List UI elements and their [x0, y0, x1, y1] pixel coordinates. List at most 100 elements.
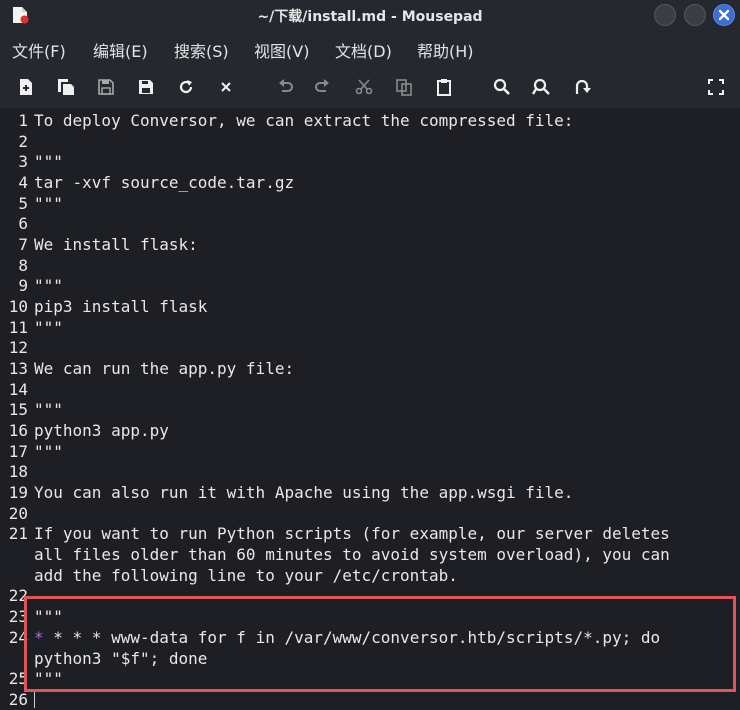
menu-search[interactable]: 搜索(S) — [174, 38, 229, 62]
line-text: """ — [34, 318, 63, 337]
line-text: If you want to run Python scripts (for e… — [34, 524, 670, 543]
find-replace-icon — [532, 78, 550, 95]
editor-line: 4 tar -xvf source_code.tar.gz — [0, 173, 740, 193]
undo-button[interactable] — [274, 75, 298, 99]
line-number: 9 — [18, 276, 28, 295]
line-number: 20 — [8, 504, 28, 523]
line-number: 16 — [8, 421, 28, 440]
cut-button[interactable] — [352, 75, 376, 99]
editor-line: 7 We install flask: — [0, 235, 740, 255]
editor-line: 11 """ — [0, 318, 740, 338]
line-number: 11 — [8, 318, 28, 337]
redo-button[interactable] — [310, 75, 334, 99]
line-text: """ — [34, 194, 63, 213]
line-text: pip3 install flask — [34, 297, 208, 316]
highlight-box — [24, 596, 736, 692]
editor-line: 10 pip3 install flask — [0, 297, 740, 317]
editor-line-wrapped: all files older than 60 minutes to avoid… — [0, 545, 740, 565]
menu-document[interactable]: 文档(D) — [335, 38, 392, 62]
editor-line: 13 We can run the app.py file: — [0, 359, 740, 379]
copy-button[interactable] — [392, 75, 416, 99]
cut-icon — [355, 79, 373, 95]
close-document-button[interactable] — [214, 75, 238, 99]
line-number: 12 — [8, 338, 28, 357]
find-button[interactable] — [490, 75, 514, 99]
editor-line: 9 """ — [0, 276, 740, 296]
window-title: ~/下载/install.md - Mousepad — [257, 9, 483, 25]
line-text: tar -xvf source_code.tar.gz — [34, 173, 295, 192]
editor-line: 8 — [0, 256, 740, 276]
minimize-button[interactable] — [654, 4, 676, 26]
undo-icon — [279, 79, 293, 92]
line-number: 15 — [8, 400, 28, 419]
menu-view[interactable]: 视图(V) — [254, 38, 309, 62]
new-window-icon — [58, 79, 74, 95]
line-number: 5 — [18, 194, 28, 213]
go-to-icon — [575, 79, 591, 94]
editor-line: 18 — [0, 462, 740, 482]
save-button[interactable] — [94, 75, 118, 99]
save-as-button[interactable] — [134, 75, 158, 99]
line-text: """ — [34, 276, 63, 295]
reload-icon — [179, 80, 193, 94]
line-number: 4 — [18, 173, 28, 192]
line-number: 8 — [18, 256, 28, 275]
editor-line: 6 — [0, 214, 740, 234]
editor-line: 17 """ — [0, 442, 740, 462]
editor-line: 21 If you want to run Python scripts (for… — [0, 524, 740, 544]
find-replace-button[interactable] — [530, 75, 554, 99]
paste-button[interactable] — [432, 75, 456, 99]
line-text: """ — [34, 442, 63, 461]
close-icon — [718, 9, 730, 21]
editor-line-wrapped: add the following line to your /etc/cron… — [0, 566, 740, 586]
editor-line: 12 — [0, 338, 740, 358]
toolbar — [0, 66, 740, 109]
line-number: 21 — [8, 524, 28, 543]
line-number: 10 — [8, 297, 28, 316]
line-number: 18 — [8, 462, 28, 481]
title-bar: ~/下载/install.md - Mousepad — [0, 0, 740, 30]
copy-icon — [396, 79, 412, 96]
line-number: 17 — [8, 442, 28, 461]
new-document-icon — [20, 79, 32, 95]
line-text: python3 app.py — [34, 421, 169, 440]
line-number: 26 — [8, 690, 28, 709]
editor-line: 19 You can also run it with Apache using … — [0, 483, 740, 503]
line-number: 6 — [18, 214, 28, 233]
line-text: """ — [34, 400, 63, 419]
menu-bar: 文件(F) 编辑(E) 搜索(S) 视图(V) 文档(D) 帮助(H) — [0, 30, 740, 66]
line-text: """ — [34, 152, 63, 171]
line-text: We install flask: — [34, 235, 198, 254]
menu-edit[interactable]: 编辑(E) — [93, 38, 148, 62]
find-icon — [493, 78, 510, 95]
line-number: 3 — [18, 152, 28, 171]
close-document-icon — [221, 82, 231, 92]
editor-line: 14 — [0, 380, 740, 400]
line-number: 2 — [18, 132, 28, 151]
editor-line: 16 python3 app.py — [0, 421, 740, 441]
line-number: 7 — [18, 235, 28, 254]
menu-help[interactable]: 帮助(H) — [417, 38, 474, 62]
menu-file[interactable]: 文件(F) — [12, 38, 66, 62]
new-window-button[interactable] — [54, 75, 78, 99]
editor-line: 3 """ — [0, 152, 740, 172]
fullscreen-button[interactable] — [704, 75, 728, 99]
line-text: all files older than 60 minutes to avoid… — [34, 545, 670, 564]
line-text: add the following line to your /etc/cron… — [34, 566, 458, 585]
reload-button[interactable] — [174, 75, 198, 99]
new-document-button[interactable] — [14, 75, 38, 99]
paste-icon — [437, 79, 451, 96]
line-number: 13 — [8, 359, 28, 378]
line-number: 1 — [18, 111, 28, 130]
go-to-button[interactable] — [570, 75, 594, 99]
save-icon — [98, 79, 114, 95]
text-cursor — [34, 692, 35, 708]
close-button[interactable] — [713, 4, 735, 26]
save-as-icon — [139, 80, 153, 94]
maximize-button[interactable] — [684, 4, 706, 26]
line-text: To deploy Conversor, we can extract the … — [34, 111, 574, 130]
editor-line: 1 To deploy Conversor, we can extract the… — [0, 111, 740, 131]
redo-icon — [315, 79, 329, 92]
line-text: You can also run it with Apache using th… — [34, 483, 574, 502]
editor-line: 20 — [0, 504, 740, 524]
